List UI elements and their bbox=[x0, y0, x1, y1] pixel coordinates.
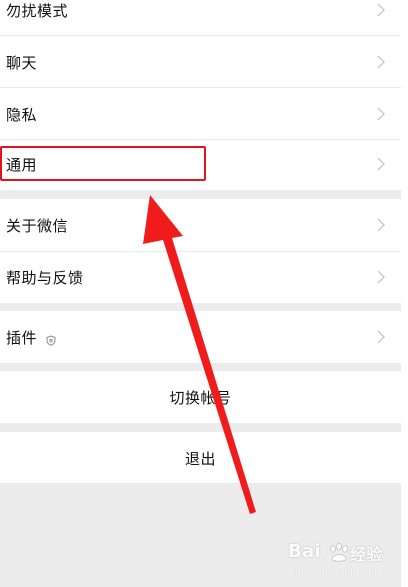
chevron-right-icon bbox=[375, 156, 387, 172]
watermark-logo: Bai 经验 jingyan.baidu.com bbox=[288, 541, 398, 583]
watermark-brand: Bai bbox=[288, 541, 321, 562]
settings-item-label: 关于微信 bbox=[6, 216, 69, 235]
settings-item-help-feedback[interactable]: 帮助与反馈 bbox=[0, 251, 401, 303]
right-edge-strip bbox=[401, 0, 408, 587]
chevron-right-icon bbox=[375, 329, 387, 345]
settings-item-about-wechat[interactable]: 关于微信 bbox=[0, 199, 401, 251]
logout-button[interactable]: 退出 bbox=[0, 432, 401, 483]
settings-item-plugins[interactable]: 插件 bbox=[0, 311, 401, 363]
settings-item-label: 聊天 bbox=[6, 53, 38, 72]
settings-item-label: 帮助与反馈 bbox=[6, 268, 84, 287]
settings-item-label: 插件 bbox=[6, 328, 38, 347]
chevron-right-icon bbox=[375, 217, 387, 233]
watermark-brand-suffix: 经验 bbox=[350, 545, 383, 564]
switch-account-button[interactable]: 切换帐号 bbox=[0, 371, 401, 423]
watermark-url: jingyan.baidu.com bbox=[292, 568, 384, 578]
switch-account-label: 切换帐号 bbox=[169, 389, 232, 407]
chevron-right-icon bbox=[375, 106, 387, 122]
settings-item-chat[interactable]: 聊天 bbox=[0, 36, 401, 88]
settings-item-privacy[interactable]: 隐私 bbox=[0, 88, 401, 140]
settings-item-label: 通用 bbox=[6, 155, 38, 174]
logout-label: 退出 bbox=[184, 450, 216, 468]
settings-item-do-not-disturb[interactable]: 勿扰模式 bbox=[0, 0, 401, 36]
settings-item-label: 勿扰模式 bbox=[6, 1, 69, 20]
settings-group-about: 关于微信 帮助与反馈 bbox=[0, 199, 401, 303]
chevron-right-icon bbox=[375, 54, 387, 70]
settings-group-top: 勿扰模式 聊天 隐私 通用 bbox=[0, 0, 401, 190]
shield-icon bbox=[46, 332, 56, 346]
chevron-right-icon bbox=[375, 269, 387, 285]
settings-group-plugins: 插件 bbox=[0, 311, 401, 363]
paw-icon bbox=[328, 542, 350, 567]
chevron-right-icon bbox=[375, 2, 387, 18]
settings-item-label: 隐私 bbox=[6, 105, 38, 124]
settings-item-general[interactable]: 通用 bbox=[0, 138, 401, 190]
